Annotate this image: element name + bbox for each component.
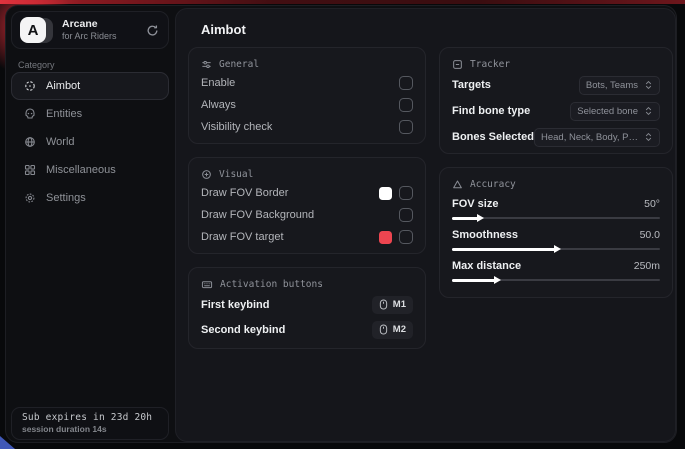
- panel-activation-buttons: Activation buttons First keybind M1 S: [188, 267, 426, 349]
- sidebar-item-label: Miscellaneous: [46, 164, 116, 176]
- sidebar-item-label: Aimbot: [46, 80, 80, 92]
- brand-name: Arcane: [62, 18, 117, 31]
- grid-icon: [24, 164, 37, 176]
- setting-row-smoothness: Smoothness 50.0: [452, 226, 660, 254]
- sidebar-nav: Aimbot Entities: [11, 72, 169, 212]
- checkbox-fov-target[interactable]: [399, 230, 413, 244]
- checkbox-visibility-check[interactable]: [399, 120, 413, 134]
- main-panel: Aimbot General Enable Always: [175, 8, 676, 442]
- globe-icon: [24, 136, 37, 148]
- cursor-artifact: [0, 436, 15, 449]
- logo-letter: A: [20, 17, 46, 43]
- max-distance-value: 250m: [634, 260, 660, 272]
- dropdown-value: Selected bone: [577, 106, 638, 117]
- setting-row-max-distance: Max distance 250m: [452, 257, 660, 285]
- panel-general: General Enable Always Visibility check: [188, 47, 426, 144]
- mouse-icon: [379, 324, 388, 335]
- app-window: A Arcane for Arc Riders Category: [5, 5, 677, 443]
- subscription-card: Sub expires in 23d 20h session duration …: [11, 407, 169, 440]
- sidebar-item-label: Entities: [46, 108, 82, 120]
- unfold-icon: [644, 132, 653, 142]
- setting-row-enable: Enable: [201, 72, 413, 94]
- setting-row-fov-background: Draw FOV Background: [201, 204, 413, 226]
- panel-title: General: [219, 59, 259, 70]
- fov-size-value: 50°: [644, 198, 660, 210]
- dropdown-value: Head, Neck, Body, Pe...: [541, 132, 638, 143]
- panel-title: Activation buttons: [220, 279, 323, 290]
- mouse-icon: [379, 299, 388, 310]
- panel-tracker: Tracker Targets Bots, Teams Find bone: [439, 47, 673, 154]
- slider-thumb[interactable]: [477, 214, 484, 222]
- unfold-icon: [644, 80, 653, 90]
- panel-title: Visual: [219, 169, 253, 180]
- setting-row-visibility-check: Visibility check: [201, 116, 413, 138]
- setting-row-fov-size: FOV size 50°: [452, 195, 660, 223]
- keybind-button-second[interactable]: M2: [372, 321, 413, 339]
- sidebar-item-settings[interactable]: Settings: [11, 184, 169, 212]
- color-swatch-red[interactable]: [379, 231, 392, 244]
- panel-accuracy: Accuracy FOV size 50° Smoothness: [439, 167, 673, 298]
- keyboard-icon: [201, 279, 213, 290]
- panel-title: Accuracy: [470, 179, 516, 190]
- keybind-value: M2: [393, 324, 406, 335]
- max-distance-slider[interactable]: [452, 275, 660, 285]
- dropdown-value: Bots, Teams: [586, 80, 638, 91]
- crosshair-icon: [24, 80, 37, 92]
- brand-logo: A: [19, 16, 59, 44]
- setting-row-find-bone-type: Find bone type Selected bone: [452, 98, 660, 124]
- keybind-value: M1: [393, 299, 406, 310]
- sidebar-item-entities[interactable]: Entities: [11, 100, 169, 128]
- sidebar-item-aimbot[interactable]: Aimbot: [11, 72, 169, 100]
- sidebar-item-world[interactable]: World: [11, 128, 169, 156]
- setting-row-fov-border: Draw FOV Border: [201, 182, 413, 204]
- sidebar-item-miscellaneous[interactable]: Miscellaneous: [11, 156, 169, 184]
- checkbox-enable[interactable]: [399, 76, 413, 90]
- smoothness-value: 50.0: [640, 229, 660, 241]
- slider-thumb[interactable]: [494, 276, 501, 284]
- triangle-icon: [452, 179, 463, 190]
- setting-row-second-keybind: Second keybind M2: [201, 317, 413, 342]
- panel-visual: Visual Draw FOV Border Draw FOV Backgrou…: [188, 157, 426, 254]
- checkbox-always[interactable]: [399, 98, 413, 112]
- sidebar-item-label: Settings: [46, 192, 86, 204]
- checkbox-fov-border[interactable]: [399, 186, 413, 200]
- entities-icon: [24, 108, 37, 120]
- unfold-icon: [644, 106, 653, 116]
- slider-thumb[interactable]: [554, 245, 561, 253]
- red-top-glow: [0, 0, 685, 4]
- subscription-expiry: Sub expires in 23d 20h: [22, 412, 158, 423]
- brand-tagline: for Arc Riders: [62, 31, 117, 42]
- fov-size-slider[interactable]: [452, 213, 660, 223]
- brand-card: A Arcane for Arc Riders: [11, 11, 169, 49]
- setting-row-fov-target: Draw FOV target: [201, 226, 413, 248]
- refresh-icon[interactable]: [146, 24, 159, 37]
- checkbox-fov-background[interactable]: [399, 208, 413, 222]
- targets-dropdown[interactable]: Bots, Teams: [579, 76, 660, 95]
- setting-row-targets: Targets Bots, Teams: [452, 72, 660, 98]
- sidebar: A Arcane for Arc Riders Category: [6, 6, 175, 442]
- category-label: Category: [18, 60, 55, 70]
- setting-row-bones-selected: Bones Selected Head, Neck, Body, Pe...: [452, 124, 660, 150]
- bone-type-dropdown[interactable]: Selected bone: [570, 102, 660, 121]
- focus-icon: [201, 169, 212, 180]
- panel-title: Tracker: [470, 59, 510, 70]
- smoothness-slider[interactable]: [452, 244, 660, 254]
- screen: A Arcane for Arc Riders Category: [0, 0, 685, 449]
- page-title: Aimbot: [201, 22, 246, 37]
- keybind-button-first[interactable]: M1: [372, 296, 413, 314]
- scan-icon: [452, 59, 463, 70]
- sidebar-item-label: World: [46, 136, 75, 148]
- setting-row-first-keybind: First keybind M1: [201, 292, 413, 317]
- setting-row-always: Always: [201, 94, 413, 116]
- color-swatch-white[interactable]: [379, 187, 392, 200]
- sliders-icon: [201, 59, 212, 70]
- bones-selected-dropdown[interactable]: Head, Neck, Body, Pe...: [534, 128, 660, 147]
- session-duration: session duration 14s: [22, 424, 158, 434]
- gear-icon: [24, 192, 37, 204]
